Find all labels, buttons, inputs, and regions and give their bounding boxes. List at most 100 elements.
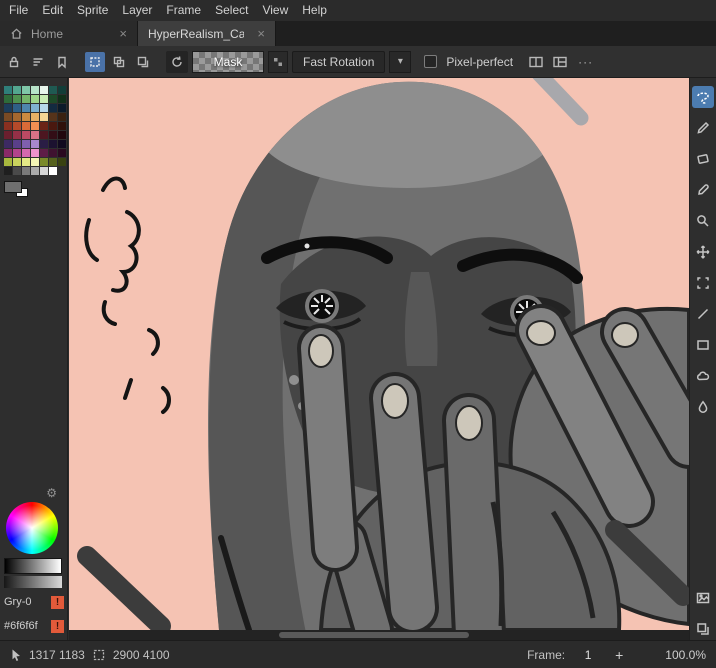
- palette-swatch[interactable]: [13, 86, 21, 94]
- palette-swatch[interactable]: [22, 158, 30, 166]
- rotation-dropdown-button[interactable]: ▾: [389, 51, 411, 73]
- more-options-button[interactable]: ···: [574, 55, 597, 69]
- zoom-level[interactable]: 100.0%: [665, 648, 706, 662]
- line-tool[interactable]: [692, 303, 714, 325]
- pencil-tool[interactable]: [692, 117, 714, 139]
- palette-swatch[interactable]: [13, 140, 21, 148]
- foreground-color-chip[interactable]: [4, 181, 22, 193]
- palette-swatch[interactable]: [22, 104, 30, 112]
- palette-swatch[interactable]: [49, 86, 57, 94]
- canvas-viewport[interactable]: [69, 78, 689, 630]
- menu-frame[interactable]: Frame: [159, 0, 208, 21]
- palette-swatch[interactable]: [49, 104, 57, 112]
- palette-swatch[interactable]: [40, 149, 48, 157]
- preview-button[interactable]: [692, 587, 714, 609]
- palette-swatch[interactable]: [22, 167, 30, 175]
- palette-swatch[interactable]: [58, 95, 66, 103]
- palette-swatch[interactable]: [4, 140, 12, 148]
- palette-swatch[interactable]: [13, 167, 21, 175]
- palette-swatch[interactable]: [58, 86, 66, 94]
- shade-gradient[interactable]: [4, 558, 62, 574]
- palette-swatch[interactable]: [13, 149, 21, 157]
- palette-swatch[interactable]: [58, 158, 66, 166]
- h-scrollbar-thumb[interactable]: [279, 632, 469, 638]
- color-wheel[interactable]: [6, 502, 58, 554]
- menu-edit[interactable]: Edit: [35, 0, 70, 21]
- palette-swatch[interactable]: [31, 104, 39, 112]
- tab-canvas-close-icon[interactable]: ×: [257, 26, 265, 41]
- rotation-algorithm-button[interactable]: Fast Rotation: [292, 51, 385, 73]
- palette-swatch[interactable]: [13, 158, 21, 166]
- timeline-button[interactable]: [692, 618, 714, 640]
- palette-swatch[interactable]: [4, 104, 12, 112]
- palette-swatch[interactable]: [22, 140, 30, 148]
- slice-tool[interactable]: [692, 272, 714, 294]
- pixel-perfect-checkbox[interactable]: [424, 55, 437, 68]
- palette-swatch[interactable]: [22, 122, 30, 130]
- tab-home-close-icon[interactable]: ×: [119, 26, 127, 41]
- palette-swatch[interactable]: [22, 86, 30, 94]
- palette-swatch[interactable]: [49, 158, 57, 166]
- palette-swatch[interactable]: [31, 131, 39, 139]
- palette-swatch[interactable]: [22, 95, 30, 103]
- palette-swatch[interactable]: [40, 95, 48, 103]
- bookmark-icon[interactable]: [52, 52, 72, 72]
- lasso-tool[interactable]: [692, 86, 714, 108]
- palette-swatch[interactable]: [40, 104, 48, 112]
- eyedropper-tool[interactable]: [692, 179, 714, 201]
- fg-bg-colors[interactable]: [4, 181, 34, 199]
- hex-warning-badge[interactable]: !: [51, 620, 64, 633]
- menu-file[interactable]: File: [2, 0, 35, 21]
- replace-selection-icon[interactable]: [85, 52, 105, 72]
- lock-icon[interactable]: [4, 52, 24, 72]
- palette-swatch[interactable]: [22, 113, 30, 121]
- palette-swatch[interactable]: [49, 167, 57, 175]
- palette-swatch[interactable]: [49, 95, 57, 103]
- palette-swatch[interactable]: [31, 167, 39, 175]
- palette-swatch[interactable]: [58, 104, 66, 112]
- palette-swatch[interactable]: [58, 167, 66, 175]
- palette-swatch[interactable]: [31, 113, 39, 121]
- palette-swatch[interactable]: [40, 140, 48, 148]
- palette-swatch[interactable]: [49, 131, 57, 139]
- palette-swatch[interactable]: [40, 113, 48, 121]
- zoom-tool[interactable]: [692, 210, 714, 232]
- palette-swatch[interactable]: [4, 131, 12, 139]
- tab-canvas[interactable]: HyperRealism_Canv ×: [138, 21, 276, 46]
- frame-value[interactable]: 1: [575, 648, 601, 662]
- palette-swatch[interactable]: [31, 95, 39, 103]
- blur-tool[interactable]: [692, 396, 714, 418]
- palette-swatch[interactable]: [4, 95, 12, 103]
- palette-swatch[interactable]: [49, 140, 57, 148]
- palette-swatch[interactable]: [31, 140, 39, 148]
- palette-swatch[interactable]: [4, 86, 12, 94]
- palette-swatch[interactable]: [31, 86, 39, 94]
- menu-sprite[interactable]: Sprite: [70, 0, 115, 21]
- subtract-selection-icon[interactable]: [133, 52, 153, 72]
- add-selection-icon[interactable]: [109, 52, 129, 72]
- menu-select[interactable]: Select: [208, 0, 255, 21]
- palette-swatch[interactable]: [4, 149, 12, 157]
- palette-swatch[interactable]: [4, 113, 12, 121]
- palette-swatch[interactable]: [13, 131, 21, 139]
- contour-tool[interactable]: [692, 365, 714, 387]
- palette-swatch[interactable]: [4, 167, 12, 175]
- palette-swatch[interactable]: [31, 158, 39, 166]
- palette-swatch[interactable]: [40, 167, 48, 175]
- add-frame-button[interactable]: +: [611, 647, 627, 663]
- palette-swatch[interactable]: [22, 131, 30, 139]
- palette-swatch[interactable]: [40, 86, 48, 94]
- rotate-icon[interactable]: [166, 51, 188, 73]
- palette-swatch[interactable]: [40, 158, 48, 166]
- rectangle-tool[interactable]: [692, 334, 714, 356]
- palette-swatch[interactable]: [49, 113, 57, 121]
- grid-view-icon[interactable]: [550, 52, 570, 72]
- eraser-tool[interactable]: [692, 148, 714, 170]
- tab-home[interactable]: Home ×: [0, 21, 138, 46]
- palette-swatch[interactable]: [31, 122, 39, 130]
- menu-help[interactable]: Help: [295, 0, 334, 21]
- palette-swatch[interactable]: [13, 113, 21, 121]
- palette-swatch[interactable]: [40, 131, 48, 139]
- h-scrollbar[interactable]: [69, 630, 689, 640]
- palette-swatch[interactable]: [40, 122, 48, 130]
